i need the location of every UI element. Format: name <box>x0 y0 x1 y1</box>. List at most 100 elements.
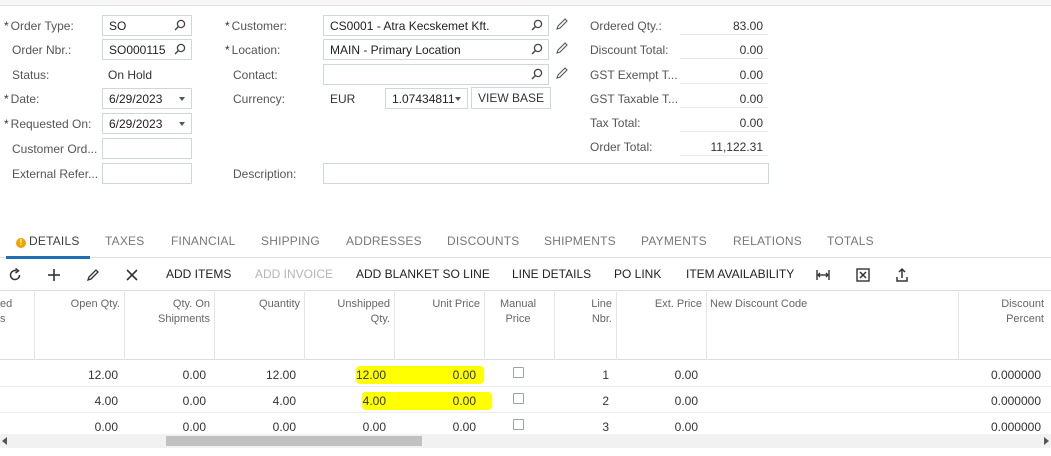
cell-line-nbr[interactable]: 3 <box>602 420 609 434</box>
scroll-right-icon[interactable] <box>1044 437 1049 445</box>
cell-open-qty[interactable]: 12.00 <box>88 368 118 382</box>
column-header-new-discount-code[interactable]: New Discount Code <box>710 297 910 312</box>
cell-ext-price[interactable]: 0.00 <box>675 394 698 408</box>
gst-taxable-value: 0.00 <box>739 92 763 106</box>
tab-addresses[interactable]: ADDRESSES <box>346 234 422 248</box>
cell-qty-on-shipments[interactable]: 0.00 <box>183 420 206 434</box>
column-header-unit-price[interactable]: Unit Price <box>396 297 480 312</box>
cell-quantity[interactable]: 12.00 <box>266 368 296 382</box>
add-items-button[interactable]: ADD ITEMS <box>166 267 231 281</box>
column-header-manual-price[interactable]: Manual Price <box>486 297 550 327</box>
customer-label: * Customer: <box>225 19 288 33</box>
cell-discount-percent[interactable]: 0.000000 <box>991 420 1041 434</box>
search-icon[interactable] <box>531 68 543 80</box>
tab-relations[interactable]: RELATIONS <box>733 234 802 248</box>
contact-field[interactable] <box>323 64 549 85</box>
search-icon[interactable] <box>174 43 186 55</box>
table-row[interactable]: 0.00 0.00 0.00 0.00 0.00 3 0.00 0.000000 <box>0 413 1051 434</box>
item-availability-button[interactable]: ITEM AVAILABILITY <box>686 267 794 281</box>
description-field[interactable] <box>323 163 769 184</box>
order-nbr-field[interactable]: SO000115 <box>102 39 192 60</box>
column-header-line-nbr[interactable]: Line Nbr. <box>556 297 612 327</box>
manual-price-checkbox[interactable] <box>513 393 524 404</box>
table-row[interactable]: 4.00 0.00 4.00 4.00 0.00 2 0.00 0.000000 <box>0 387 1051 413</box>
tab-shipments[interactable]: SHIPMENTS <box>544 234 616 248</box>
cell-ext-price[interactable]: 0.00 <box>675 420 698 434</box>
cell-unshipped-qty[interactable]: 0.00 <box>363 420 386 434</box>
cell-qty-on-shipments[interactable]: 0.00 <box>183 368 206 382</box>
add-invoice-button[interactable]: ADD INVOICE <box>255 267 333 281</box>
date-field[interactable]: 6/29/2023 <box>102 88 192 109</box>
customer-field[interactable]: CS0001 - Atra Kecskemet Kft. <box>323 15 549 36</box>
order-type-field[interactable]: SO <box>102 15 192 36</box>
cell-discount-percent[interactable]: 0.000000 <box>991 394 1041 408</box>
description-label: Description: <box>233 167 297 181</box>
export-excel-icon[interactable] <box>855 267 871 283</box>
tab-financial[interactable]: FINANCIAL <box>171 234 235 248</box>
external-ref-field[interactable] <box>102 163 192 184</box>
column-divider <box>484 292 485 360</box>
chevron-down-icon[interactable] <box>179 122 185 126</box>
view-base-button[interactable]: VIEW BASE <box>471 87 552 109</box>
cell-line-nbr[interactable]: 2 <box>602 394 609 408</box>
edit-pencil-icon[interactable] <box>555 17 569 31</box>
horizontal-scrollbar[interactable] <box>0 434 1051 448</box>
date-value: 6/29/2023 <box>109 92 163 106</box>
chevron-down-icon[interactable] <box>179 97 185 101</box>
tab-shipping[interactable]: SHIPPING <box>261 234 320 248</box>
customer-ord-field[interactable] <box>102 138 192 159</box>
cell-open-qty[interactable]: 4.00 <box>95 394 118 408</box>
column-header-qty-on-shipments[interactable]: Qty. On Shipments <box>126 297 210 327</box>
column-header-open-qty[interactable]: Open Qty. <box>36 297 120 312</box>
cell-unit-price[interactable]: 0.00 <box>453 420 476 434</box>
scroll-left-icon[interactable] <box>2 437 7 445</box>
cell-unshipped-qty[interactable]: 12.00 <box>356 368 386 382</box>
add-icon[interactable] <box>46 267 62 283</box>
cell-open-qty[interactable]: 0.00 <box>95 420 118 434</box>
cell-discount-percent[interactable]: 0.000000 <box>991 368 1041 382</box>
tab-totals[interactable]: TOTALS <box>827 234 874 248</box>
cell-unit-price[interactable]: 0.00 <box>453 394 476 408</box>
search-icon[interactable] <box>531 43 543 55</box>
column-header-quantity[interactable]: Quantity <box>216 297 300 312</box>
fit-columns-icon[interactable] <box>815 267 831 283</box>
column-header-unshipped-qty[interactable]: Unshipped Qty. <box>306 297 390 327</box>
search-icon[interactable] <box>531 19 543 31</box>
edit-pencil-icon[interactable] <box>555 41 569 55</box>
tab-payments[interactable]: PAYMENTS <box>641 234 707 248</box>
po-link-button[interactable]: PO LINK <box>614 267 661 281</box>
manual-price-checkbox[interactable] <box>513 367 524 378</box>
table-row[interactable]: 12.00 0.00 12.00 12.00 0.00 1 0.00 0.000… <box>0 361 1051 387</box>
cell-quantity[interactable]: 0.00 <box>273 420 296 434</box>
delete-icon[interactable] <box>124 267 140 283</box>
tab-discounts[interactable]: DISCOUNTS <box>447 234 519 248</box>
order-nbr-value: SO000115 <box>109 43 166 57</box>
external-ref-label: External Refer... <box>12 167 99 181</box>
chevron-down-icon[interactable] <box>455 97 461 101</box>
tab-details[interactable]: ! DETAILS <box>16 234 80 248</box>
edit-pencil-icon[interactable] <box>85 267 101 283</box>
cell-line-nbr[interactable]: 1 <box>602 368 609 382</box>
manual-price-checkbox[interactable] <box>513 419 524 430</box>
add-blanket-so-line-button[interactable]: ADD BLANKET SO LINE <box>356 267 490 281</box>
upload-icon[interactable] <box>894 267 910 283</box>
refresh-icon[interactable] <box>7 267 23 283</box>
currency-rate-field[interactable]: 1.07434811 <box>385 88 468 109</box>
column-header-ext-price[interactable]: Ext. Price <box>618 297 702 312</box>
location-field[interactable]: MAIN - Primary Location <box>323 39 549 60</box>
location-value: MAIN - Primary Location <box>330 43 461 57</box>
cell-ext-price[interactable]: 0.00 <box>675 368 698 382</box>
tab-taxes[interactable]: TAXES <box>105 234 144 248</box>
cell-unshipped-qty[interactable]: 4.00 <box>363 394 386 408</box>
edit-pencil-icon[interactable] <box>555 66 569 80</box>
tax-total-value: 0.00 <box>739 116 763 130</box>
cell-unit-price[interactable]: 0.00 <box>453 368 476 382</box>
search-icon[interactable] <box>174 19 186 31</box>
line-details-button[interactable]: LINE DETAILS <box>512 267 591 281</box>
column-header-discount-percent[interactable]: Discount Percent <box>960 297 1044 327</box>
column-divider <box>554 292 555 360</box>
cell-quantity[interactable]: 4.00 <box>273 394 296 408</box>
requested-on-field[interactable]: 6/29/2023 <box>102 113 192 134</box>
scrollbar-thumb[interactable] <box>166 436 422 446</box>
cell-qty-on-shipments[interactable]: 0.00 <box>183 394 206 408</box>
